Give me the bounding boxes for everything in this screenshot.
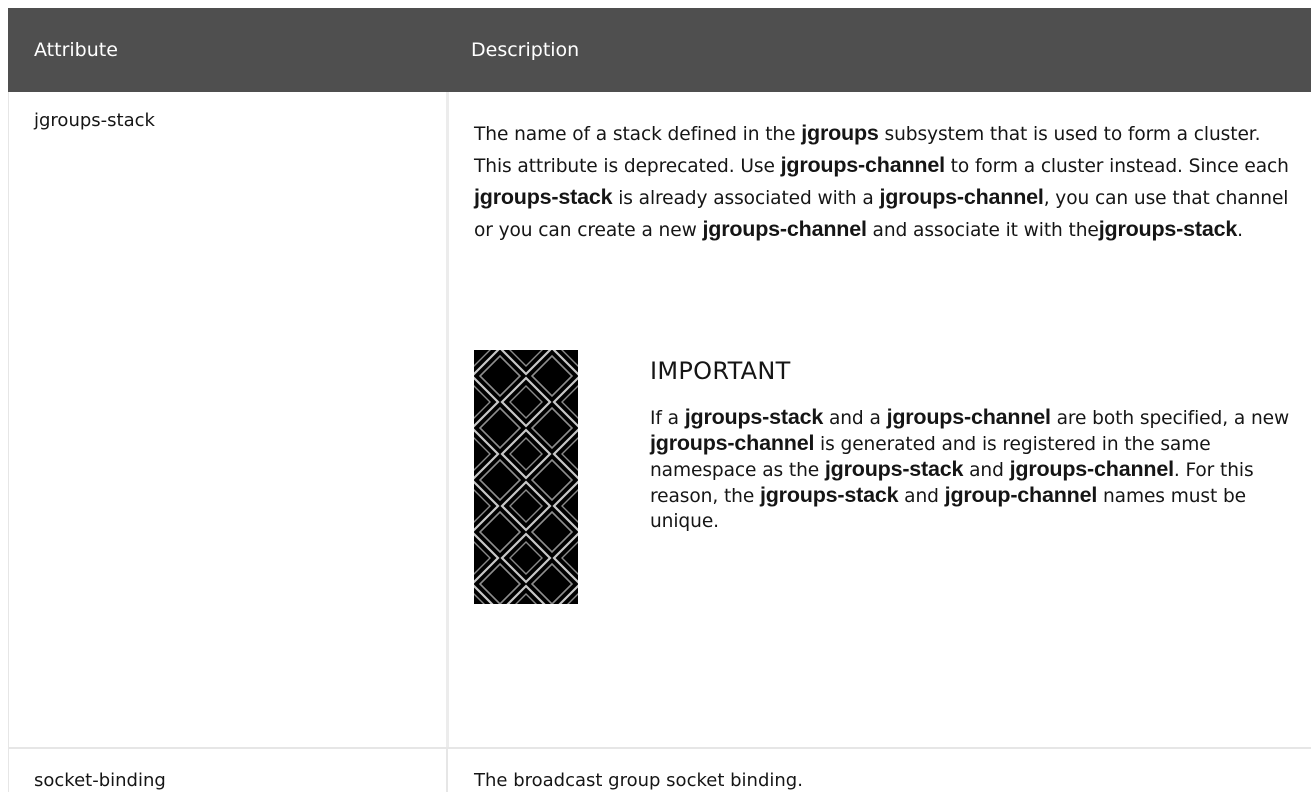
admonition-text: If a jgroups-stack and a jgroups-channel… — [650, 405, 1290, 534]
text-run: is already associated with a — [612, 188, 880, 209]
text-run: and associate it with the — [866, 220, 1099, 241]
text-run: . — [1237, 220, 1243, 241]
code-term: jgroups — [801, 121, 879, 145]
code-term: jgroups-stack — [474, 185, 613, 209]
header-description: Description — [471, 39, 580, 61]
code-term: jgroups-channel — [702, 217, 867, 241]
text-run: to form a cluster instead. Since each — [944, 156, 1289, 177]
code-term: jgroups-channel — [1009, 457, 1174, 481]
code-term: jgroups-stack — [759, 483, 899, 507]
text-run: and — [898, 486, 945, 507]
important-pattern-icon — [474, 350, 578, 604]
code-term: jgroups-channel — [780, 153, 945, 177]
attributes-table: Attribute Description jgroups-stack The … — [8, 8, 1311, 792]
text-run: and — [963, 460, 1010, 481]
table-header: Attribute Description — [8, 8, 1311, 92]
description-paragraph: The name of a stack defined in the jgrou… — [474, 118, 1294, 246]
attribute-name: socket-binding — [34, 770, 166, 791]
code-term: jgroups-channel — [886, 405, 1051, 429]
column-divider — [446, 749, 448, 792]
code-term: jgroups-channel — [650, 431, 815, 455]
important-admonition: IMPORTANT If a jgroups-stack and a jgrou… — [474, 350, 1294, 610]
column-divider — [446, 92, 449, 747]
text-run: and a — [823, 408, 887, 429]
admonition-body: IMPORTANT If a jgroups-stack and a jgrou… — [650, 350, 1290, 534]
code-term: jgroups-stack — [684, 405, 824, 429]
code-term: jgroup-channel — [944, 483, 1098, 507]
text-run: The name of a stack defined in the — [474, 124, 802, 145]
header-attribute: Attribute — [34, 39, 118, 61]
attribute-name: jgroups-stack — [34, 110, 155, 131]
code-term: jgroups-stack — [824, 457, 964, 481]
attribute-description: The name of a stack defined in the jgrou… — [474, 118, 1294, 604]
table-row: socket-binding The broadcast group socke… — [8, 749, 1311, 792]
document-page: Attribute Description jgroups-stack The … — [0, 0, 1311, 792]
text-run: If a — [650, 408, 685, 429]
attribute-description: The broadcast group socket binding. — [474, 770, 803, 791]
text-run: are both specified, a new — [1050, 408, 1290, 429]
code-term: jgroups-stack — [1098, 217, 1238, 241]
admonition-title: IMPORTANT — [650, 357, 791, 385]
table-row: jgroups-stack The name of a stack define… — [8, 92, 1311, 749]
code-term: jgroups-channel — [879, 185, 1044, 209]
